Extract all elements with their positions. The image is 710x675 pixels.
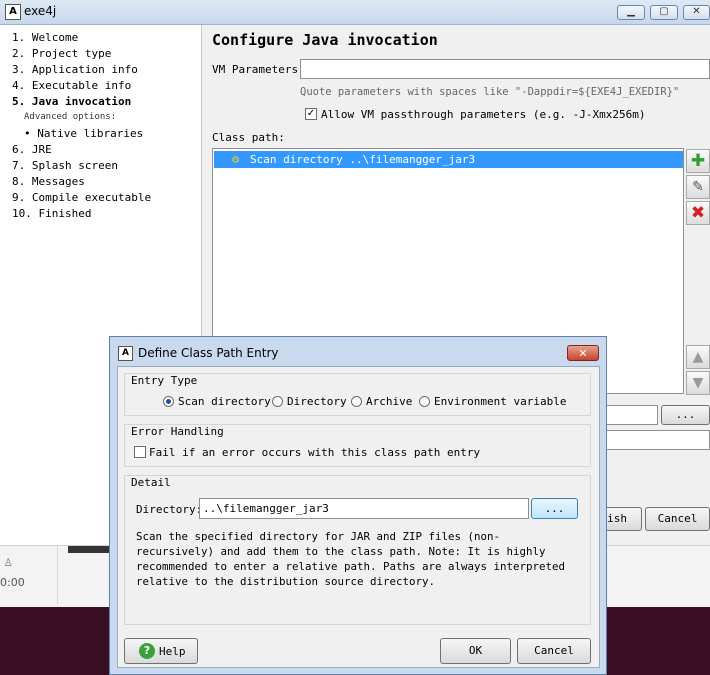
scan-directory-icon: ⚙ — [232, 152, 240, 166]
move-up-icon[interactable]: ▲ — [686, 345, 710, 369]
radio-environment-variable[interactable] — [419, 396, 430, 407]
class-path-entry-label: Scan directory ..\filemangger_jar3 — [250, 153, 476, 166]
detail-description: Scan the specified directory for JAR and… — [136, 530, 566, 588]
step-welcome[interactable]: 1. Welcome — [12, 31, 78, 44]
step-application-info[interactable]: 3. Application info — [12, 63, 138, 76]
browse-button[interactable]: ... — [661, 405, 710, 425]
user-icon: ♙ — [4, 554, 13, 570]
allow-vm-passthrough-label: Allow VM passthrough parameters (e.g. -J… — [321, 108, 646, 121]
dialog-cancel-button[interactable]: Cancel — [517, 638, 591, 664]
radio-directory[interactable] — [272, 396, 283, 407]
thumbnail — [68, 546, 110, 553]
divider — [57, 546, 58, 604]
time-label: 0:00 — [0, 576, 25, 589]
entry-type-label: Entry Type — [131, 374, 198, 387]
window-title: exe4j — [24, 4, 57, 18]
dialog-app-icon: A — [118, 346, 133, 361]
step-compile-executable[interactable]: 9. Compile executable — [12, 191, 151, 204]
class-path-entry[interactable]: ⚙ Scan directory ..\filemangger_jar3 — [214, 151, 683, 168]
advanced-options-label: Advanced options: — [24, 112, 117, 122]
error-handling-label: Error Handling — [131, 425, 224, 438]
step-native-libraries[interactable]: • Native libraries — [24, 127, 143, 140]
ok-button[interactable]: OK — [440, 638, 511, 664]
edit-entry-icon[interactable]: ✎ — [686, 175, 710, 199]
help-button-label: Help — [159, 645, 186, 658]
step-messages[interactable]: 8. Messages — [12, 175, 85, 188]
title-bar[interactable] — [0, 0, 710, 25]
allow-vm-passthrough-checkbox[interactable]: ✓ — [305, 108, 317, 120]
partial-input-2[interactable] — [604, 430, 710, 450]
directory-label: Directory: — [136, 503, 203, 516]
step-executable-info[interactable]: 4. Executable info — [12, 79, 131, 92]
radio-directory-label[interactable]: Directory — [287, 395, 347, 408]
vm-parameters-input[interactable] — [300, 59, 710, 79]
fail-on-error-checkbox[interactable] — [134, 446, 146, 458]
minimize-button[interactable]: ▁ — [617, 5, 645, 20]
detail-label: Detail — [131, 476, 171, 489]
directory-browse-button[interactable]: ... — [531, 498, 578, 519]
class-path-label: Class path: — [212, 131, 285, 144]
radio-scan-directory-label[interactable]: Scan directory — [178, 395, 271, 408]
partial-input[interactable] — [604, 405, 658, 425]
close-window-button[interactable]: ✕ — [683, 5, 710, 20]
vm-parameters-label: VM Parameters: — [212, 63, 305, 76]
app-icon: A — [5, 4, 21, 20]
step-finished[interactable]: 10. Finished — [12, 207, 91, 220]
dialog-close-icon[interactable]: ✕ — [567, 345, 599, 361]
step-jre[interactable]: 6. JRE — [12, 143, 52, 156]
add-entry-icon[interactable]: ✚ — [686, 149, 710, 173]
page-title: Configure Java invocation — [212, 31, 438, 49]
directory-input[interactable] — [199, 498, 529, 519]
radio-archive[interactable] — [351, 396, 362, 407]
help-button[interactable]: ? Help — [124, 638, 198, 664]
move-down-icon[interactable]: ▼ — [686, 371, 710, 395]
cancel-button[interactable]: Cancel — [645, 507, 710, 531]
radio-environment-variable-label[interactable]: Environment variable — [434, 395, 566, 408]
step-java-invocation[interactable]: 5. Java invocation — [12, 95, 131, 108]
fail-on-error-label[interactable]: Fail if an error occurs with this class … — [149, 446, 480, 459]
step-splash-screen[interactable]: 7. Splash screen — [12, 159, 118, 172]
maximize-button[interactable]: ▢ — [650, 5, 678, 20]
radio-scan-directory[interactable] — [163, 396, 174, 407]
dialog-title: Define Class Path Entry — [138, 346, 279, 360]
radio-archive-label[interactable]: Archive — [366, 395, 412, 408]
step-project-type[interactable]: 2. Project type — [12, 47, 111, 60]
help-icon: ? — [139, 643, 155, 659]
vm-parameters-hint: Quote parameters with spaces like "-Dapp… — [300, 86, 680, 98]
remove-entry-icon[interactable]: ✖ — [686, 201, 710, 225]
